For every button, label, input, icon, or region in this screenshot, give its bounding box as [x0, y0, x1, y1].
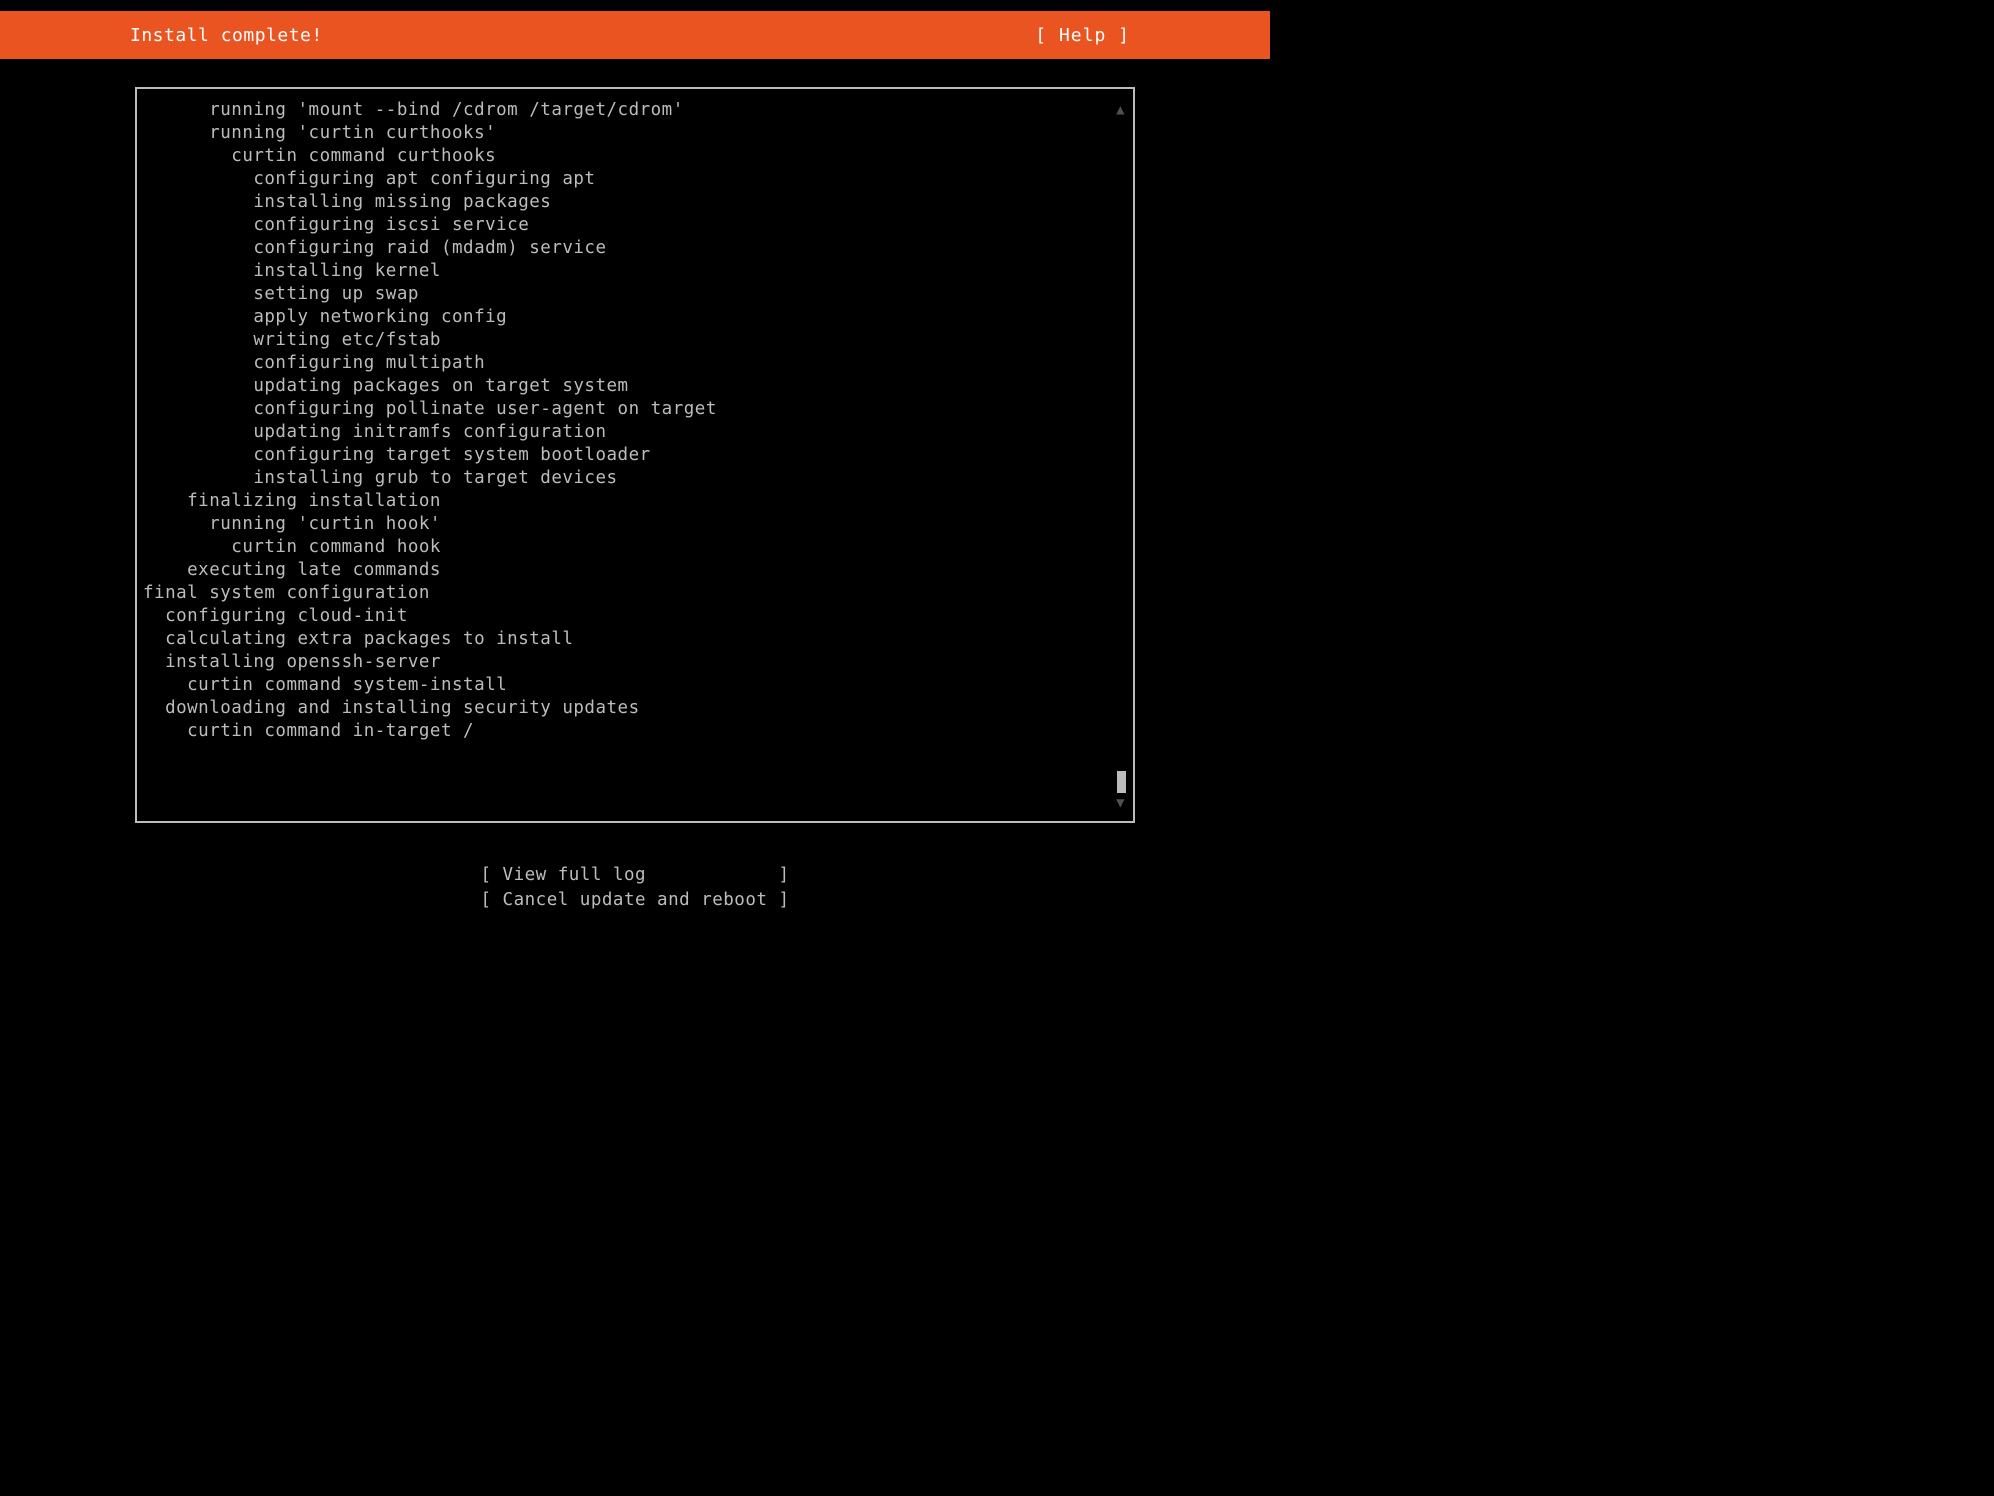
log-line: configuring target system bootloader	[141, 444, 1133, 467]
log-line: configuring cloud-init	[141, 605, 1133, 628]
log-line: running 'mount --bind /cdrom /target/cdr…	[141, 99, 1133, 122]
log-line: apply networking config	[141, 306, 1133, 329]
log-line: configuring apt configuring apt	[141, 168, 1133, 191]
help-button[interactable]: [ Help ]	[1035, 25, 1130, 46]
log-line: installing grub to target devices	[141, 467, 1133, 490]
top-black-bar	[0, 0, 1270, 11]
action-buttons: [ View full log ] [ Cancel update and re…	[480, 863, 789, 913]
log-line: curtin command hook	[141, 536, 1133, 559]
log-line: calculating extra packages to install	[141, 628, 1133, 651]
content-area: running 'mount --bind /cdrom /target/cdr…	[0, 59, 1270, 913]
log-line: finalizing installation	[141, 490, 1133, 513]
log-line: updating initramfs configuration	[141, 421, 1133, 444]
scroll-down-arrow-icon[interactable]: ▼	[1116, 792, 1125, 815]
log-line: configuring pollinate user-agent on targ…	[141, 398, 1133, 421]
log-line: setting up swap	[141, 283, 1133, 306]
log-line: curtin command system-install	[141, 674, 1133, 697]
log-line: writing etc/fstab	[141, 329, 1133, 352]
log-lines-container: running 'mount --bind /cdrom /target/cdr…	[141, 99, 1133, 743]
header-bar: Install complete! [ Help ]	[0, 11, 1270, 59]
page-title: Install complete!	[130, 25, 323, 46]
log-line: installing openssh-server	[141, 651, 1133, 674]
log-line: curtin command in-target /	[141, 720, 1133, 743]
log-line: installing missing packages	[141, 191, 1133, 214]
log-line: running 'curtin hook'	[141, 513, 1133, 536]
scroll-up-arrow-icon[interactable]: ▲	[1116, 99, 1125, 122]
cancel-update-reboot-button[interactable]: [ Cancel update and reboot ]	[480, 888, 789, 913]
log-line: downloading and installing security upda…	[141, 697, 1133, 720]
log-line: final system configuration	[141, 582, 1133, 605]
log-line: configuring raid (mdadm) service	[141, 237, 1133, 260]
log-line: executing late commands	[141, 559, 1133, 582]
log-line: curtin command curthooks	[141, 145, 1133, 168]
log-line: running 'curtin curthooks'	[141, 122, 1133, 145]
log-line: installing kernel	[141, 260, 1133, 283]
log-line: configuring multipath	[141, 352, 1133, 375]
log-line: configuring iscsi service	[141, 214, 1133, 237]
scrollbar-thumb[interactable]	[1117, 771, 1126, 793]
view-full-log-button[interactable]: [ View full log ]	[480, 863, 789, 888]
install-log-box[interactable]: running 'mount --bind /cdrom /target/cdr…	[135, 87, 1135, 823]
log-line: updating packages on target system	[141, 375, 1133, 398]
